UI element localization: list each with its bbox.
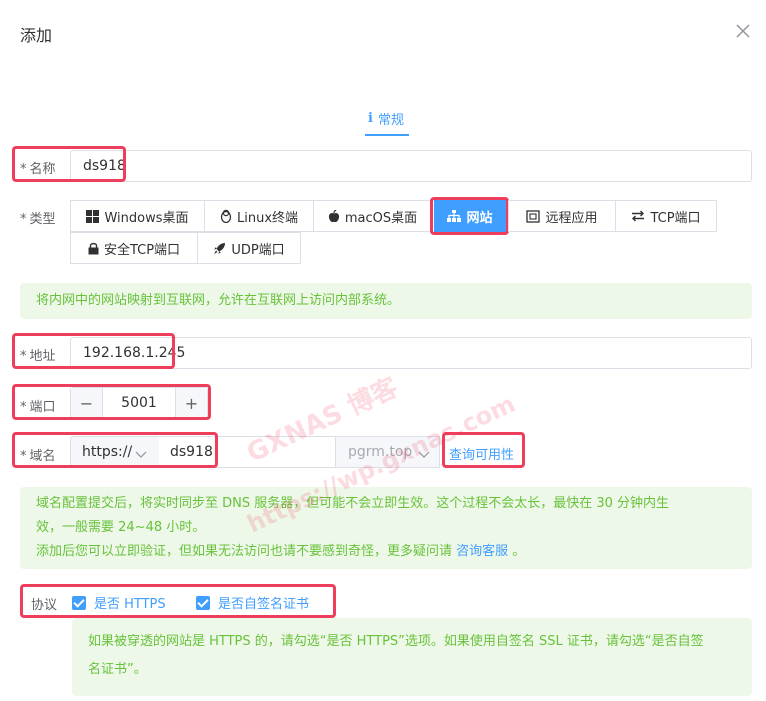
domain-tip: 域名配置提交后，将实时同步至 DNS 服务器，但可能不会立即生效。这个过程不会太… (20, 487, 752, 569)
domain-suffix-select[interactable]: pgrm.top (335, 436, 440, 468)
highlight-protocol (20, 584, 336, 618)
type-remote-app-button[interactable]: 远程应用 (508, 200, 616, 232)
protocol-tip: 如果被穿透的网站是 HTTPS 的，请勾选“是否 HTTPS”选项。如果使用自签… (72, 618, 752, 696)
contact-support-link[interactable]: 咨询客服 (456, 544, 508, 559)
highlight-website (430, 197, 509, 235)
tab-general-label: 常规 (377, 112, 404, 128)
tab-general[interactable]: i 常规 (362, 100, 410, 136)
lock-icon (88, 242, 99, 255)
exchange-icon (631, 210, 645, 222)
close-icon[interactable] (734, 22, 752, 40)
type-linux-button[interactable]: Linux终端 (204, 200, 314, 232)
type-secure-tcp-button[interactable]: 安全TCP端口 (70, 232, 198, 264)
domain-tip-line3: 添加后您可以立即验证，但如果无法访问也请不要感到奇怪，更多疑问请 咨询客服 。 (36, 544, 526, 559)
domain-tip-line1: 域名配置提交后，将实时同步至 DNS 服务器，但可能不会立即生效。这个过程不会太… (36, 496, 670, 511)
type-tip: 将内网中的网站映射到互联网，允许在互联网上访问内部系统。 (20, 283, 752, 319)
linux-icon (220, 209, 232, 223)
info-icon: i (368, 110, 373, 126)
protocol-tip-line1: 如果被穿透的网站是 HTTPS 的，请勾选“是否 HTTPS”选项。如果使用自签… (88, 634, 704, 649)
apple-icon (328, 209, 340, 223)
type-windows-button[interactable]: Windows桌面 (70, 200, 205, 232)
highlight-check-availability (442, 432, 525, 468)
remote-app-icon (526, 209, 541, 223)
chevron-down-icon (418, 447, 430, 463)
type-label: * 类型 (20, 212, 56, 227)
tab-active-indicator (365, 134, 409, 136)
type-tcp-button[interactable]: TCP端口 (615, 200, 717, 232)
windows-icon (86, 209, 100, 223)
dialog-title: 添加 (20, 26, 53, 45)
highlight-name (12, 146, 126, 182)
type-udp-button[interactable]: UDP端口 (197, 232, 301, 264)
highlight-domain (12, 432, 218, 468)
protocol-tip-line2: 名证书”。 (88, 662, 147, 677)
domain-tip-line2: 效，一般需要 24~48 小时。 (36, 520, 206, 535)
rocket-icon (213, 242, 226, 255)
type-macos-button[interactable]: macOS桌面 (313, 200, 432, 232)
highlight-address (12, 333, 175, 369)
name-input[interactable]: ds918 (70, 150, 752, 182)
domain-suffix-value: pgrm.top (348, 444, 413, 460)
highlight-port (12, 384, 211, 420)
